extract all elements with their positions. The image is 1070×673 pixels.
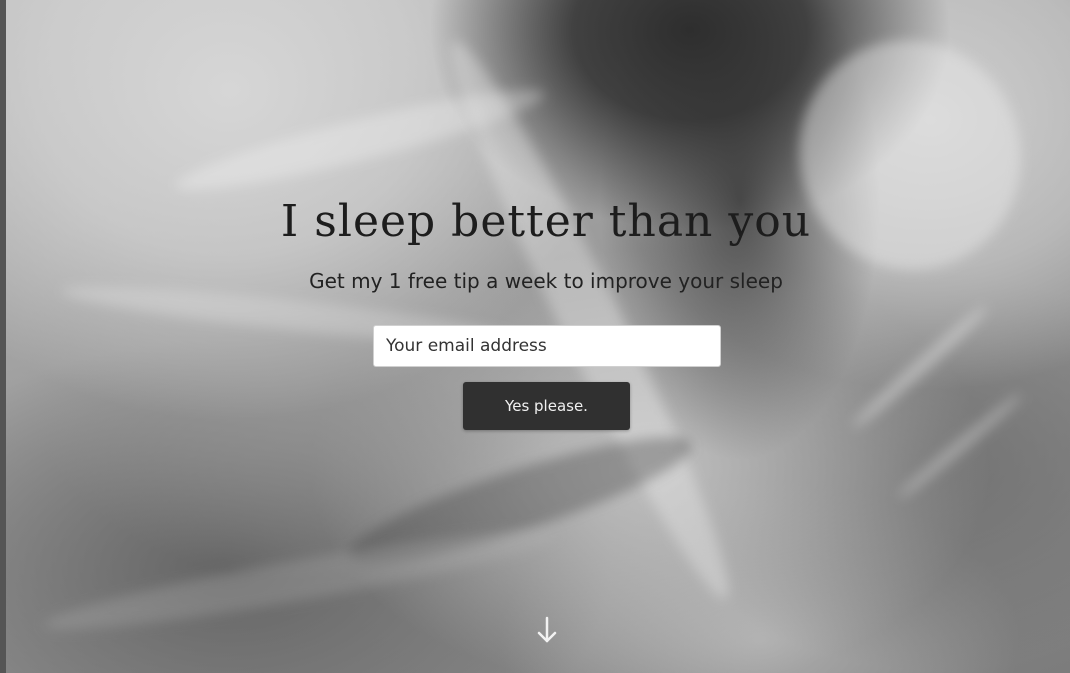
- hero-content: I sleep better than you Get my 1 free ti…: [0, 0, 1070, 673]
- email-input[interactable]: [373, 325, 721, 367]
- hero-title: I sleep better than you: [280, 196, 812, 247]
- hero-subtitle: Get my 1 free tip a week to improve your…: [309, 269, 783, 293]
- subscribe-button[interactable]: Yes please.: [463, 382, 630, 430]
- arrow-down-icon[interactable]: [532, 612, 562, 648]
